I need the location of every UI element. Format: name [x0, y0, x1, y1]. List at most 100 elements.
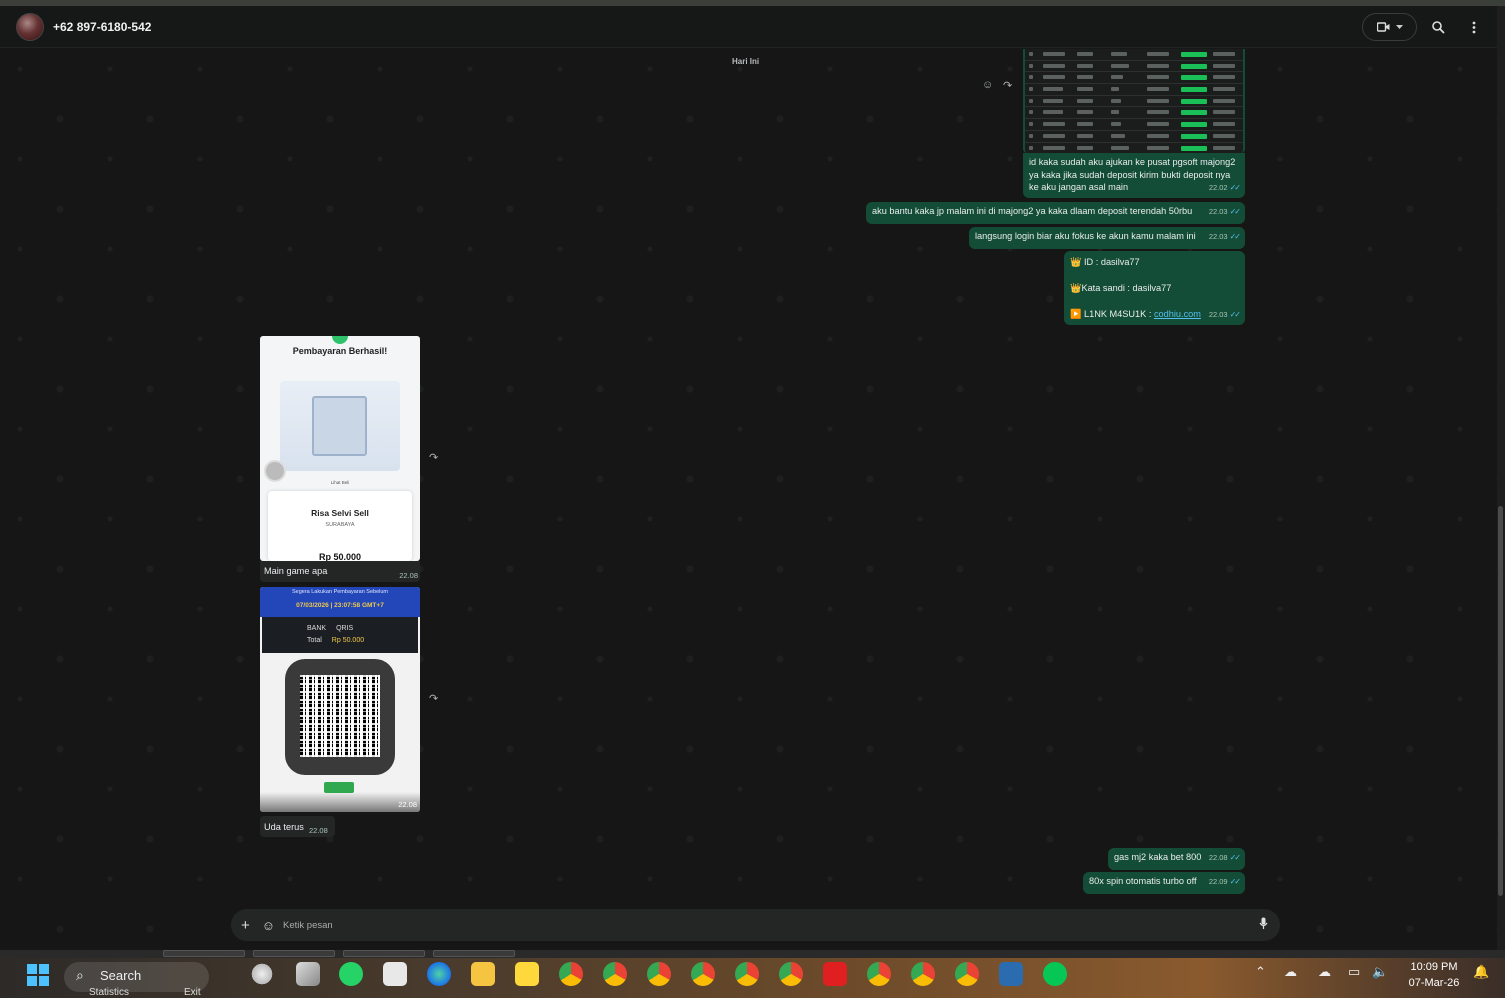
chat-header: +62 897-6180-542 [0, 6, 1497, 48]
scrollbar-thumb[interactable] [1498, 506, 1503, 896]
message-text: Main game apa [264, 566, 328, 576]
avatar-placeholder [264, 460, 286, 482]
chrome-icon[interactable] [735, 962, 759, 986]
statistics-label[interactable]: Statistics [89, 987, 129, 998]
message-text: 80x spin otomatis turbo off [1089, 876, 1197, 886]
message-time: 22.03 [1208, 310, 1228, 319]
chrome-icon[interactable] [647, 962, 671, 986]
video-call-button[interactable] [1362, 13, 1417, 41]
exit-label[interactable]: Exit [184, 987, 201, 998]
attach-plus-icon[interactable]: + [241, 917, 250, 934]
bank-value: QRIS [336, 625, 354, 632]
outgoing-message[interactable]: aku bantu kaka jp malam ini di majong2 y… [866, 202, 1245, 224]
forward-icon[interactable]: ↷ [429, 451, 438, 464]
message-text: gas mj2 kaka bet 800 [1114, 852, 1202, 862]
more-vertical-icon [1472, 21, 1476, 33]
line-icon[interactable] [1043, 962, 1067, 986]
system-clock[interactable]: 10:09 PM 07-Mar-26 [1403, 959, 1465, 991]
owl-app-icon[interactable] [250, 962, 274, 986]
read-receipt-icon: ✓✓ [1229, 183, 1241, 192]
edge-icon[interactable] [427, 962, 451, 986]
window-app-icon[interactable] [296, 962, 320, 986]
whatsapp-icon[interactable] [339, 962, 363, 986]
wps-office-icon[interactable] [823, 962, 847, 986]
emoji-reaction-icon[interactable]: ☺ [982, 79, 993, 91]
file-explorer-icon[interactable] [471, 962, 495, 986]
video-camera-icon [1376, 22, 1389, 32]
notification-icon[interactable]: 🔔 [1473, 964, 1489, 980]
login-link[interactable]: codhiu.com [1154, 309, 1201, 319]
read-receipt-icon: ✓✓ [1229, 853, 1241, 862]
windows-taskbar: ⌕ Search Statistics Exit ⌃ ☁ ☁ ▭ 🔈 10:09… [0, 950, 1505, 998]
forward-icon[interactable]: ↷ [1003, 79, 1012, 92]
volume-icon[interactable]: 🔈 [1372, 964, 1388, 980]
message-input[interactable]: Ketik pesan [283, 920, 333, 931]
incoming-message[interactable]: Uda terus 22.08 [260, 816, 335, 837]
app-icon[interactable] [999, 962, 1023, 986]
chrome-icon[interactable] [867, 962, 891, 986]
message-composer[interactable]: + ☺ Ketik pesan [231, 909, 1280, 941]
message-time: 22.03 [1208, 207, 1228, 216]
chat-scrollbar[interactable] [1497, 6, 1505, 950]
store-illustration [312, 396, 367, 456]
credential-id: 👑 ID : dasilva77 [1070, 257, 1140, 267]
message-time: 22.08 [398, 800, 417, 809]
payment-banner: Segera Lakukan Pembayaran Sebelum 07/03/… [260, 587, 420, 617]
image-title: Pembayaran Berhasil! [292, 346, 388, 356]
message-time: 22.08 [1208, 853, 1228, 862]
payment-success-image[interactable]: Pembayaran Berhasil! Lihat Beli Risa Sel… [260, 336, 420, 561]
chrome-icon[interactable] [955, 962, 979, 986]
network-icon[interactable]: ▭ [1348, 964, 1360, 980]
outgoing-message[interactable]: 80x spin otomatis turbo off 22.09 ✓✓ [1083, 872, 1245, 894]
outgoing-message[interactable]: langsung login biar aku fokus ke akun ka… [969, 227, 1245, 249]
notepad-icon[interactable] [383, 962, 407, 986]
forward-icon[interactable]: ↷ [429, 692, 438, 705]
search-label: Search [100, 968, 142, 983]
taskbar-thumbnail-strip [0, 950, 1505, 958]
payment-details: BANK QRIS Total Rp 50.000 [262, 617, 418, 653]
outgoing-message[interactable]: id kaka sudah aku ajukan ke pusat pgsoft… [1023, 153, 1245, 198]
message-time: 22.09 [1208, 877, 1228, 886]
outgoing-message-credentials[interactable]: 👑 ID : dasilva77 👑Kata sandi : dasilva77… [1064, 251, 1245, 325]
qris-payment-image[interactable]: Segera Lakukan Pembayaran Sebelum 07/03/… [260, 587, 420, 812]
sticky-notes-icon[interactable] [515, 962, 539, 986]
payment-amount: Rp 50.000 [318, 552, 362, 561]
chrome-icon[interactable] [559, 962, 583, 986]
banner-text: Segera Lakukan Pembayaran Sebelum [291, 589, 388, 595]
recipient-city: SURABAYA [325, 522, 355, 528]
show-hidden-icons-chevron-icon[interactable]: ⌃ [1255, 964, 1266, 980]
message-text: aku bantu kaka jp malam ini di majong2 y… [872, 206, 1193, 216]
read-receipt-icon: ✓✓ [1229, 232, 1241, 241]
chrome-icon[interactable] [779, 962, 803, 986]
total-label: Total [307, 637, 322, 644]
chrome-icon[interactable] [911, 962, 935, 986]
table-image[interactable] [1023, 49, 1245, 153]
sticker-emoji-icon[interactable]: ☺ [262, 918, 275, 933]
message-time: 22.02 [1208, 183, 1228, 192]
read-receipt-icon: ✓✓ [1229, 310, 1241, 319]
success-check-icon [332, 336, 348, 344]
chevron-down-icon [1395, 24, 1403, 29]
windows-start-icon[interactable] [27, 964, 49, 986]
chrome-icon[interactable] [691, 962, 715, 986]
contact-name[interactable]: +62 897-6180-542 [53, 20, 151, 34]
cloud-icon[interactable]: ☁ [1318, 964, 1331, 980]
read-receipt-icon: ✓✓ [1229, 877, 1241, 886]
see-more-label: Lihat Beli [330, 480, 350, 485]
message-time: 22.03 [1208, 232, 1228, 241]
onedrive-icon[interactable]: ☁ [1284, 964, 1297, 980]
total-value: Rp 50.000 [331, 637, 365, 644]
image-shade [260, 792, 420, 812]
menu-button[interactable] [1459, 13, 1489, 41]
search-button[interactable] [1423, 13, 1453, 41]
clock-time: 10:09 PM [1410, 961, 1458, 973]
microphone-icon[interactable] [1259, 917, 1268, 933]
link-label: ▶️ L1NK M4SU1K : [1070, 309, 1154, 319]
payment-deadline: 07/03/2026 | 23:07:58 GMT+7 [296, 602, 384, 609]
qr-code-overlay [300, 675, 380, 757]
chrome-icon[interactable] [603, 962, 627, 986]
bank-label: BANK [307, 625, 327, 632]
contact-avatar[interactable] [16, 12, 44, 41]
outgoing-message[interactable]: gas mj2 kaka bet 800 22.08 ✓✓ [1108, 848, 1245, 870]
incoming-caption[interactable]: Main game apa 22.08 [260, 561, 420, 582]
